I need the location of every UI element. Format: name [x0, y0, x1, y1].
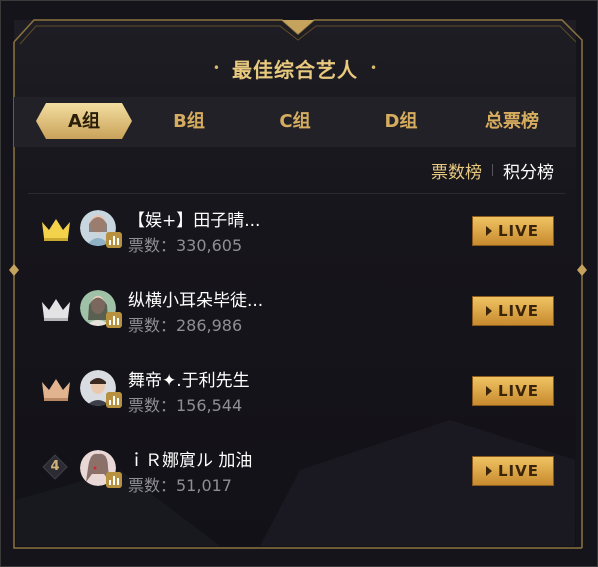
- live-level-badge-icon: [106, 472, 122, 488]
- tab-c-group[interactable]: C组: [250, 97, 340, 147]
- live-label: LIVE: [498, 302, 539, 320]
- streamer-name[interactable]: 纵横小耳朵毕徒...: [128, 286, 263, 311]
- live-button[interactable]: LIVE: [472, 216, 554, 246]
- streamer-name[interactable]: 【娱+】田子晴...: [128, 206, 260, 231]
- bronze-crown-icon: [42, 379, 70, 401]
- live-level-badge-icon: [106, 312, 122, 328]
- live-label: LIVE: [498, 462, 539, 480]
- list-item: 【娱+】田子晴... 票数：330,605 LIVE: [14, 196, 576, 266]
- tab-b-group[interactable]: B组: [144, 97, 234, 147]
- streamer-name[interactable]: ｉＲ娜賔ル 加油: [128, 446, 252, 471]
- page-title: 最佳综合艺人: [232, 57, 358, 82]
- live-button[interactable]: LIVE: [472, 376, 554, 406]
- title-right-dot: •: [370, 61, 378, 75]
- title-left-dot: •: [212, 61, 220, 75]
- sort-toggle: 票数榜 积分榜: [431, 158, 554, 183]
- gold-crown-icon: [42, 219, 70, 241]
- silver-crown-icon: [42, 299, 70, 321]
- vote-count: 票数：156,544: [128, 396, 243, 415]
- sort-by-points[interactable]: 积分榜: [503, 158, 554, 183]
- vote-count: 票数：330,605: [128, 236, 243, 255]
- live-button[interactable]: LIVE: [472, 296, 554, 326]
- live-label: LIVE: [498, 222, 539, 240]
- rank-number: 4: [50, 459, 60, 474]
- tab-a-group[interactable]: A组: [36, 97, 132, 147]
- vote-count: 票数：286,986: [128, 316, 243, 335]
- live-label: LIVE: [498, 382, 539, 400]
- sort-by-votes[interactable]: 票数榜: [431, 158, 482, 183]
- sort-separator: [492, 164, 493, 176]
- live-level-badge-icon: [106, 392, 122, 408]
- divider: [28, 193, 566, 194]
- streamer-name[interactable]: 舞帝✦.于利先生: [128, 366, 250, 391]
- vote-count: 票数：51,017: [128, 476, 232, 495]
- list-item: 舞帝✦.于利先生 票数：156,544 LIVE: [14, 356, 576, 426]
- title-row: • 最佳综合艺人 •: [14, 48, 576, 88]
- live-button[interactable]: LIVE: [472, 456, 554, 486]
- tab-total[interactable]: 总票榜: [462, 97, 562, 147]
- list-item: 4 ｉＲ娜賔ル 加油 票数：51,017 LIVE: [14, 436, 576, 506]
- list-item: 纵横小耳朵毕徒... 票数：286,986 LIVE: [14, 276, 576, 346]
- group-tabs: A组 B组 C组 D组 总票榜: [14, 97, 576, 147]
- tab-d-group[interactable]: D组: [356, 97, 446, 147]
- live-level-badge-icon: [106, 232, 122, 248]
- diamond-badge-icon: 4: [42, 454, 68, 480]
